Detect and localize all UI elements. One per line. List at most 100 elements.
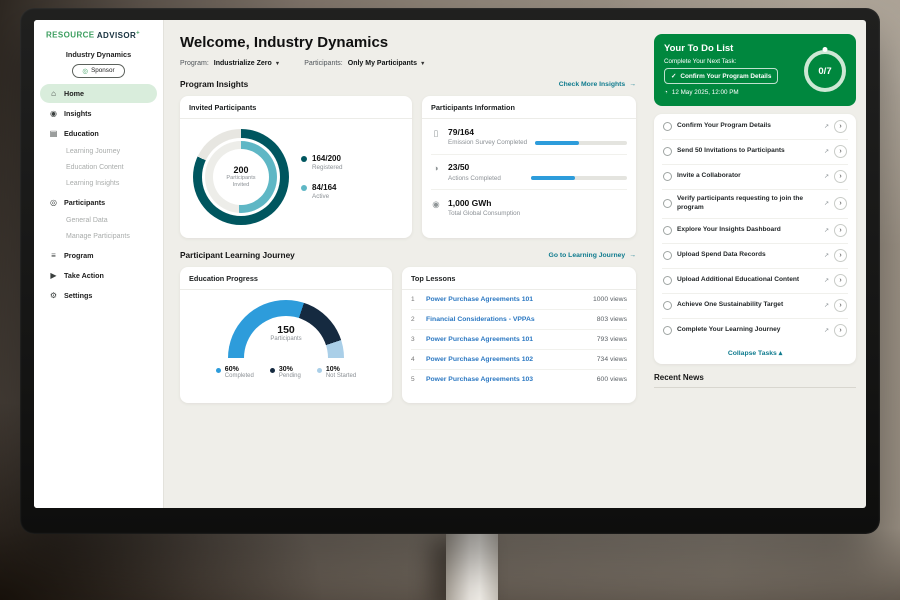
app-logo: RESOURCE ADVISOR+	[34, 30, 163, 40]
chevron-right-button[interactable]: ›	[834, 120, 847, 133]
lesson-row: 4 Power Purchase Agreements 102 734 view…	[411, 350, 627, 370]
progress-bar	[531, 176, 627, 180]
legend-dot	[270, 368, 275, 373]
chevron-right-button[interactable]: ›	[834, 170, 847, 183]
chevron-right-button[interactable]: ›	[834, 197, 847, 210]
todo-item[interactable]: Send 50 Invitations to Participants ↗ ›	[662, 140, 848, 165]
sponsor-badge[interactable]: ◎ Sponsor	[72, 64, 124, 78]
top-lessons-card: Top Lessons 1 Power Purchase Agreements …	[402, 267, 636, 403]
open-icon: ↗	[824, 252, 829, 259]
chevron-up-icon: ▴	[779, 350, 782, 357]
chevron-right-button[interactable]: ›	[834, 324, 847, 337]
check-more-insights-link[interactable]: Check More Insights →	[559, 81, 636, 88]
checkbox-icon[interactable]	[663, 122, 672, 131]
participants-filter-label: Participants:	[304, 60, 343, 67]
education-progress-card: Education Progress 150 Participants	[180, 267, 392, 403]
todo-panel: Your To Do List Complete Your Next Task:…	[648, 20, 866, 508]
lesson-link[interactable]: Financial Considerations - VPPAs	[426, 316, 589, 323]
checkbox-icon[interactable]	[663, 276, 672, 285]
chevron-right-button[interactable]: ›	[834, 299, 847, 312]
lesson-row: 2 Financial Considerations - VPPAs 803 v…	[411, 310, 627, 330]
checkbox-icon[interactable]	[663, 251, 672, 260]
sidebar-item-manage-participants[interactable]: Manage Participants	[40, 229, 157, 245]
next-task-chip[interactable]: ✓ Confirm Your Program Details	[664, 68, 778, 84]
legend-completed: 60% Completed	[216, 366, 254, 379]
checkbox-icon[interactable]	[663, 147, 672, 156]
gauge-center-label: 150 Participants	[228, 324, 344, 342]
todo-item[interactable]: Upload Spend Data Records ↗ ›	[662, 244, 848, 269]
sidebar: RESOURCE ADVISOR+ Industry Dynamics ◎ Sp…	[34, 20, 164, 508]
participants-filter: Participants: Only My Participants ▼	[304, 60, 425, 67]
chevron-right-button[interactable]: ›	[834, 274, 847, 287]
home-icon: ⌂	[49, 89, 58, 98]
card-title: Invited Participants	[180, 103, 412, 119]
insights-icon: ◉	[49, 109, 58, 118]
progress-bar-fill	[535, 141, 579, 145]
section-title: Program Insights	[180, 79, 248, 89]
card-title: Education Progress	[180, 274, 392, 290]
todo-item[interactable]: Verify participants requesting to join t…	[662, 190, 848, 219]
sidebar-item-take-action[interactable]: ▶ Take Action	[40, 266, 157, 285]
legend-dot	[317, 368, 322, 373]
progress-bar	[535, 141, 627, 145]
donut-center-label: 200 ParticipantsInvited	[213, 149, 269, 205]
learning-cards: Education Progress 150 Participants	[180, 267, 636, 403]
sidebar-item-program[interactable]: ≡ Program	[40, 246, 157, 265]
sidebar-item-education-content[interactable]: Education Content	[40, 160, 157, 176]
todo-item[interactable]: Upload Additional Educational Content ↗ …	[662, 269, 848, 294]
sidebar-item-insights[interactable]: ◉ Insights	[40, 104, 157, 123]
chevron-right-button[interactable]: ›	[834, 145, 847, 158]
todo-item[interactable]: Achieve One Sustainability Target ↗ ›	[662, 294, 848, 319]
monitor-bezel: RESOURCE ADVISOR+ Industry Dynamics ◎ Sp…	[20, 8, 880, 534]
learning-journey-header: Participant Learning Journey Go to Learn…	[180, 250, 636, 260]
list-icon: ≡	[49, 251, 58, 260]
donut-legend: 164/200 Registered 84/164 Active	[301, 154, 342, 200]
sidebar-item-settings[interactable]: ⚙ Settings	[40, 286, 157, 305]
open-icon: ↗	[824, 302, 829, 309]
chevron-right-button[interactable]: ›	[834, 224, 847, 237]
sidebar-item-general-data[interactable]: General Data	[40, 213, 157, 229]
lesson-link[interactable]: Power Purchase Agreements 101	[426, 296, 585, 303]
todo-summary-card: Your To Do List Complete Your Next Task:…	[654, 34, 856, 106]
logo-advisor: ADVISOR+	[97, 31, 140, 40]
education-gauge-chart: 150 Participants	[228, 300, 344, 358]
checkbox-icon[interactable]	[663, 226, 672, 235]
sidebar-item-learning-journey[interactable]: Learning Journey	[40, 144, 157, 160]
pin-icon: ◉	[431, 198, 441, 218]
sidebar-nav: ⌂ Home ◉ Insights ▤ Education Learning J…	[34, 84, 163, 305]
todo-item[interactable]: Invite a Collaborator ↗ ›	[662, 165, 848, 190]
open-icon: ↗	[824, 123, 829, 130]
lesson-link[interactable]: Power Purchase Agreements 101	[426, 336, 589, 343]
legend-dot	[301, 156, 307, 162]
checkbox-icon[interactable]	[663, 326, 672, 335]
sidebar-item-participants[interactable]: ◎ Participants	[40, 193, 157, 212]
program-insights-header: Program Insights Check More Insights →	[180, 79, 636, 89]
go-to-learning-journey-link[interactable]: Go to Learning Journey →	[549, 252, 636, 259]
org-name: Industry Dynamics	[34, 50, 163, 59]
participants-filter-dropdown[interactable]: Only My Participants ▼	[348, 60, 426, 67]
sponsor-icon: ◎	[82, 67, 88, 75]
chevron-right-button[interactable]: ›	[834, 249, 847, 262]
card-title: Participants Information	[422, 103, 636, 119]
sidebar-item-learning-insights[interactable]: Learning Insights	[40, 176, 157, 192]
sidebar-item-education[interactable]: ▤ Education	[40, 124, 157, 143]
lesson-link[interactable]: Power Purchase Agreements 102	[426, 356, 589, 363]
todo-item[interactable]: Explore Your Insights Dashboard ↗ ›	[662, 219, 848, 244]
dashboard-screen: RESOURCE ADVISOR+ Industry Dynamics ◎ Sp…	[34, 20, 866, 508]
sponsor-label: Sponsor	[91, 67, 114, 74]
lesson-link[interactable]: Power Purchase Agreements 103	[426, 376, 589, 383]
arrow-right-icon: →	[629, 252, 636, 259]
collapse-tasks-link[interactable]: Collapse Tasks ▴	[662, 343, 848, 361]
sidebar-item-home[interactable]: ⌂ Home	[40, 84, 157, 103]
todo-item[interactable]: Complete Your Learning Journey ↗ ›	[662, 319, 848, 343]
monitor-stand	[446, 530, 498, 600]
arrow-right-icon: →	[629, 81, 636, 88]
todo-item[interactable]: Confirm Your Program Details ↗ ›	[662, 115, 848, 140]
checkbox-icon[interactable]	[663, 301, 672, 310]
legend-registered: 164/200 Registered	[301, 154, 342, 171]
logo-plus: +	[136, 30, 140, 36]
checkbox-icon[interactable]	[663, 172, 672, 181]
program-filter-dropdown[interactable]: Industrialize Zero ▼	[214, 60, 280, 67]
checkbox-icon[interactable]	[663, 199, 672, 208]
program-filter-label: Program:	[180, 60, 209, 67]
